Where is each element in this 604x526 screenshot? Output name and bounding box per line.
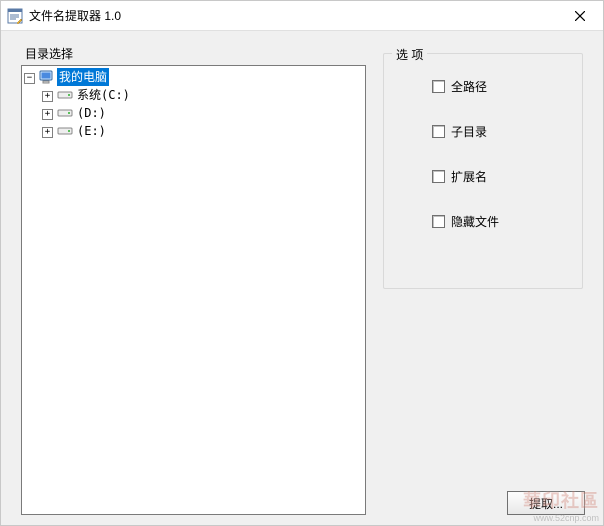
checkbox-subdir[interactable]: 子目录 [432, 123, 562, 140]
directory-group: 目录选择 − 我的电脑 + [21, 53, 366, 521]
tree-node-root[interactable]: − 我的电脑 [24, 68, 365, 86]
extract-button[interactable]: 提取... [507, 491, 585, 515]
expand-toggle[interactable]: + [42, 91, 53, 102]
options-group: 选 项 全路径 子目录 扩展名 隐藏文件 [383, 53, 583, 289]
checkbox-box [432, 125, 445, 138]
checkbox-box [432, 80, 445, 93]
computer-icon [39, 69, 55, 85]
checkbox-label: 全路径 [451, 78, 487, 95]
checkbox-box [432, 170, 445, 183]
expand-toggle[interactable]: + [42, 109, 53, 120]
checkbox-fullpath[interactable]: 全路径 [432, 78, 562, 95]
tree-node-label: 系统(C:) [75, 86, 132, 104]
close-icon [575, 11, 585, 21]
directory-tree[interactable]: − 我的电脑 + [21, 65, 366, 515]
titlebar: 文件名提取器 1.0 [1, 1, 603, 31]
window-title: 文件名提取器 1.0 [29, 7, 121, 24]
options-legend: 选 项 [392, 46, 427, 63]
checkbox-label: 隐藏文件 [451, 213, 499, 230]
tree-node-label: 我的电脑 [57, 68, 109, 86]
drive-icon [57, 87, 73, 103]
tree-node-drive[interactable]: + (E:) [24, 122, 365, 140]
app-icon [7, 8, 23, 24]
tree-node-drive[interactable]: + 系统(C:) [24, 86, 365, 104]
drive-icon [57, 105, 73, 121]
tree-node-label: (E:) [75, 122, 108, 140]
checkbox-hidden[interactable]: 隐藏文件 [432, 213, 562, 230]
tree-node-label: (D:) [75, 104, 108, 122]
expand-toggle[interactable]: + [42, 127, 53, 138]
app-window: 文件名提取器 1.0 目录选择 − [0, 0, 604, 526]
client-area: 目录选择 − 我的电脑 + [1, 31, 603, 525]
checkbox-extension[interactable]: 扩展名 [432, 168, 562, 185]
close-button[interactable] [557, 1, 603, 31]
checkbox-box [432, 215, 445, 228]
drive-icon [57, 123, 73, 139]
checkbox-label: 子目录 [451, 123, 487, 140]
checkbox-label: 扩展名 [451, 168, 487, 185]
directory-legend: 目录选择 [21, 45, 77, 62]
tree-node-drive[interactable]: + (D:) [24, 104, 365, 122]
expand-toggle[interactable]: − [24, 73, 35, 84]
